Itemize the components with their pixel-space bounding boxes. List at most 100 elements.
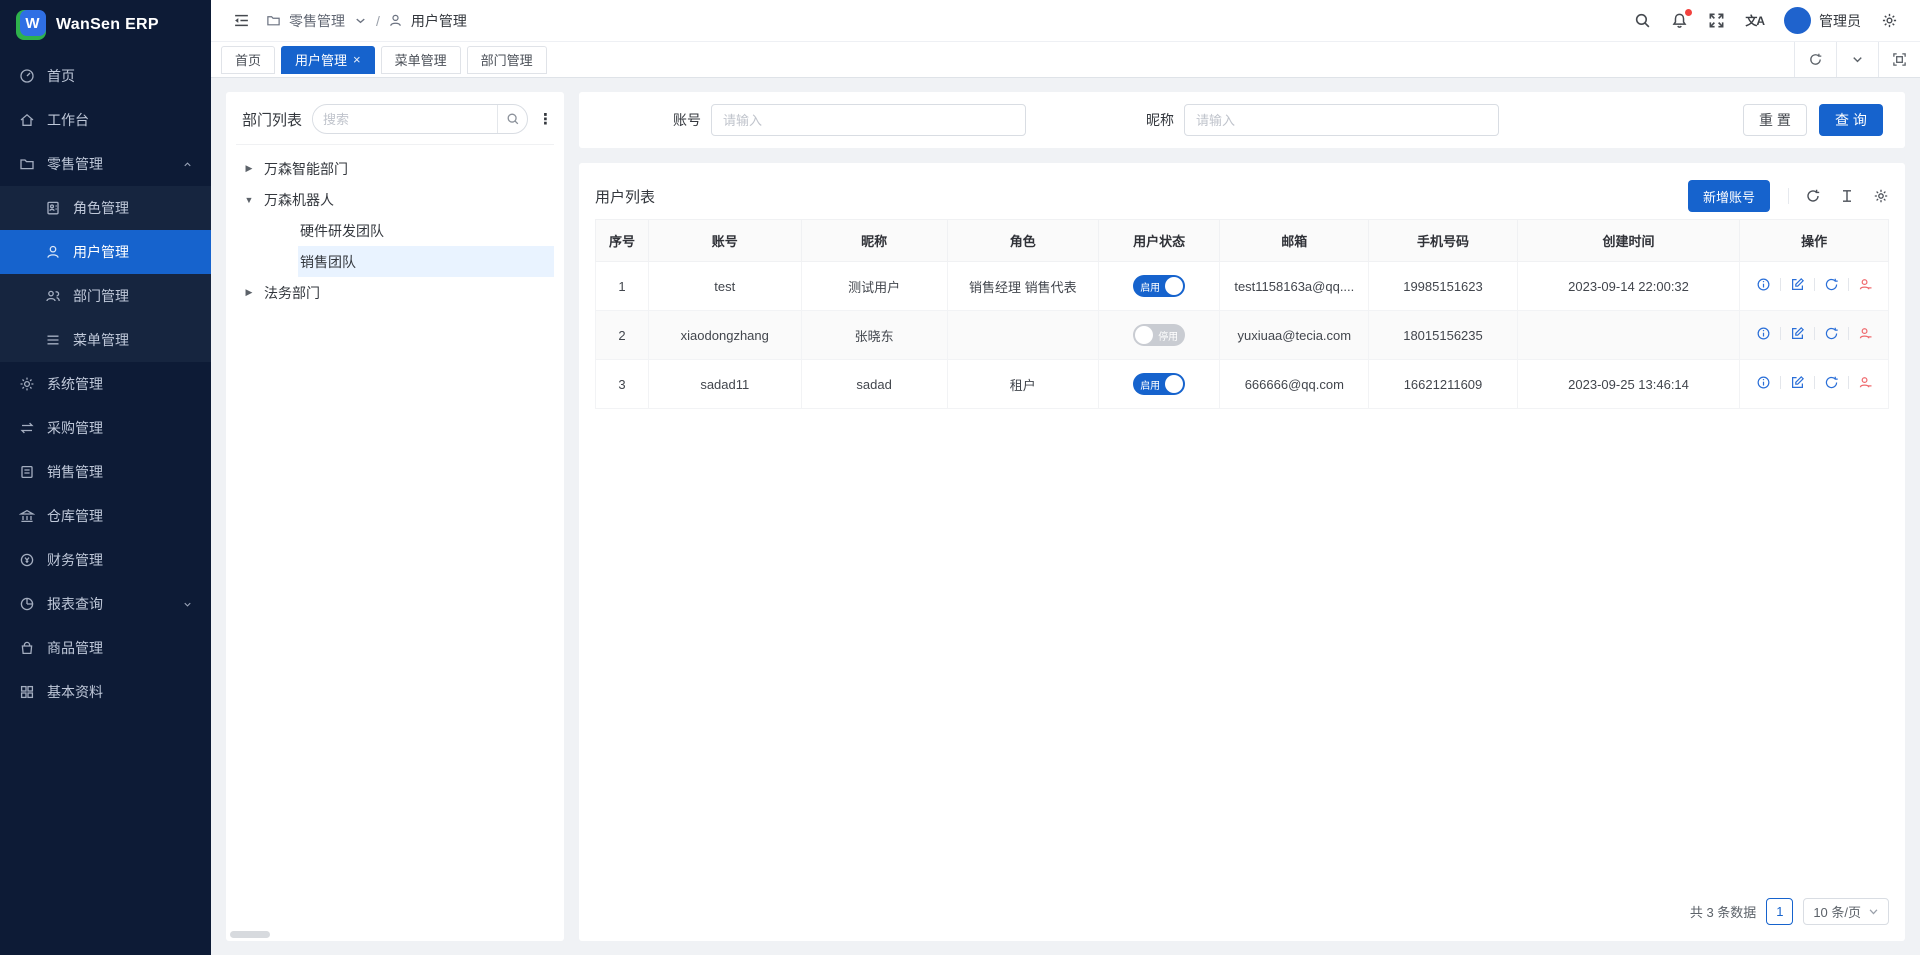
kebab-menu-icon[interactable] xyxy=(538,110,552,129)
add-account-button[interactable]: 新增账号 xyxy=(1688,180,1770,212)
tree-collapsed-arrow-icon[interactable] xyxy=(236,287,262,298)
edit-icon[interactable] xyxy=(1790,326,1805,341)
collapse-sidebar-icon[interactable] xyxy=(233,12,250,29)
sidebar-item-home[interactable]: 首页 xyxy=(0,54,211,98)
tab-menu-mgmt[interactable]: 菜单管理 xyxy=(381,46,461,74)
breadcrumb-current: 用户管理 xyxy=(411,11,467,31)
gear-icon xyxy=(18,376,35,393)
status-toggle-on[interactable]: 启用 xyxy=(1133,373,1185,395)
sidebar-item-retail[interactable]: 零售管理 xyxy=(0,142,211,186)
sidebar-item-label: 销售管理 xyxy=(47,462,103,482)
settings-gear-icon[interactable] xyxy=(1881,12,1898,29)
app-window: W WanSen ERP 首页 工作台 零售管理 角色管理 xyxy=(0,0,1920,955)
account-input[interactable] xyxy=(711,104,1026,136)
tree-node[interactable]: 万森智能部门 xyxy=(236,153,554,184)
page-number-button[interactable]: 1 xyxy=(1766,898,1793,925)
query-button[interactable]: 查 询 xyxy=(1819,104,1883,136)
cell-created xyxy=(1517,311,1739,360)
tab-label: 首页 xyxy=(235,50,261,69)
remove-user-icon[interactable] xyxy=(1858,326,1873,341)
refresh-icon[interactable] xyxy=(1805,188,1821,204)
toggle-knob xyxy=(1165,277,1183,295)
search-icon[interactable] xyxy=(1634,12,1651,29)
cell-account: sadad11 xyxy=(649,360,802,409)
tab-label: 用户管理 xyxy=(295,50,347,69)
search-icon[interactable] xyxy=(497,105,527,133)
maximize-icon[interactable] xyxy=(1878,42,1920,77)
sidebar-item-finance-mgmt[interactable]: 财务管理 xyxy=(0,538,211,582)
tree-node[interactable]: 万森机器人 xyxy=(236,184,554,215)
sidebar-item-workbench[interactable]: 工作台 xyxy=(0,98,211,142)
col-header-role: 角色 xyxy=(947,220,1098,262)
page-size-select[interactable]: 10 条/页 xyxy=(1803,898,1889,925)
reset-password-icon[interactable] xyxy=(1824,375,1839,390)
notifications-bell-icon[interactable] xyxy=(1671,12,1688,29)
sidebar-item-sales-mgmt[interactable]: 销售管理 xyxy=(0,450,211,494)
table-row: 3 sadad11 sadad 租户 启用 666666@qq.com 1662… xyxy=(596,360,1889,409)
toggle-label: 启用 xyxy=(1135,279,1165,294)
table-toolbar: 新增账号 xyxy=(1688,180,1889,212)
sidebar-item-dept-mgmt[interactable]: 部门管理 xyxy=(0,274,211,318)
nickname-input[interactable] xyxy=(1184,104,1499,136)
tree-expanded-arrow-icon[interactable] xyxy=(236,195,262,205)
sidebar-item-menu-mgmt[interactable]: 菜单管理 xyxy=(0,318,211,362)
sidebar-item-role-mgmt[interactable]: 角色管理 xyxy=(0,186,211,230)
sidebar-item-goods-mgmt[interactable]: 商品管理 xyxy=(0,626,211,670)
info-icon[interactable] xyxy=(1756,277,1771,292)
action-divider xyxy=(1814,278,1815,291)
tab-dept-mgmt[interactable]: 部门管理 xyxy=(467,46,547,74)
sidebar-item-warehouse-mgmt[interactable]: 仓库管理 xyxy=(0,494,211,538)
sidebar-item-report-query[interactable]: 报表查询 xyxy=(0,582,211,626)
role-card-icon xyxy=(44,200,61,217)
row-height-icon[interactable] xyxy=(1839,188,1855,204)
toolbar-divider xyxy=(1788,188,1789,204)
sidebar-item-basic-data[interactable]: 基本资料 xyxy=(0,670,211,714)
col-header-actions: 操作 xyxy=(1740,220,1889,262)
reset-password-icon[interactable] xyxy=(1824,326,1839,341)
refresh-icon[interactable] xyxy=(1794,42,1836,77)
action-divider xyxy=(1848,327,1849,340)
tree-node[interactable]: 硬件研发团队 xyxy=(236,215,554,246)
cell-email: yuxiuaa@tecia.com xyxy=(1220,311,1369,360)
pie-chart-icon xyxy=(18,596,35,613)
action-divider xyxy=(1814,327,1815,340)
status-toggle-on[interactable]: 启用 xyxy=(1133,275,1185,297)
status-toggle-off[interactable]: 停用 xyxy=(1133,324,1185,346)
department-search-input[interactable] xyxy=(313,112,497,127)
tab-user-mgmt[interactable]: 用户管理 xyxy=(281,46,375,74)
cell-created: 2023-09-14 22:00:32 xyxy=(1517,262,1739,311)
sidebar-item-user-mgmt[interactable]: 用户管理 xyxy=(0,230,211,274)
chevron-down-icon[interactable] xyxy=(353,13,368,28)
tree-collapsed-arrow-icon[interactable] xyxy=(236,163,262,174)
toggle-label: 启用 xyxy=(1135,377,1165,392)
cell-created: 2023-09-25 13:46:14 xyxy=(1517,360,1739,409)
sidebar-item-purchase-mgmt[interactable]: 采购管理 xyxy=(0,406,211,450)
reset-password-icon[interactable] xyxy=(1824,277,1839,292)
user-menu[interactable]: 管理员 xyxy=(1784,7,1861,34)
chevron-down-icon[interactable] xyxy=(1836,42,1878,77)
fullscreen-icon[interactable] xyxy=(1708,12,1725,29)
tab-home[interactable]: 首页 xyxy=(221,46,275,74)
cell-actions xyxy=(1740,311,1889,360)
edit-icon[interactable] xyxy=(1790,277,1805,292)
edit-icon[interactable] xyxy=(1790,375,1805,390)
info-icon[interactable] xyxy=(1756,375,1771,390)
sidebar-item-label: 工作台 xyxy=(47,110,89,130)
remove-user-icon[interactable] xyxy=(1858,375,1873,390)
close-icon[interactable] xyxy=(353,52,361,67)
translate-icon[interactable]: 文A xyxy=(1745,12,1764,29)
tree-node-label: 法务部门 xyxy=(262,277,554,308)
filter-bar: 账号 昵称 重 置 查 询 xyxy=(579,92,1905,148)
horizontal-scrollbar[interactable] xyxy=(230,931,270,938)
tree-node-selected[interactable]: 销售团队 xyxy=(236,246,554,277)
remove-user-icon[interactable] xyxy=(1858,277,1873,292)
col-header-created: 创建时间 xyxy=(1517,220,1739,262)
action-divider xyxy=(1780,327,1781,340)
cell-roles: 销售经理 销售代表 xyxy=(947,262,1098,311)
info-icon[interactable] xyxy=(1756,326,1771,341)
column-settings-gear-icon[interactable] xyxy=(1873,188,1889,204)
sidebar-item-system-mgmt[interactable]: 系统管理 xyxy=(0,362,211,406)
reset-button[interactable]: 重 置 xyxy=(1743,104,1807,136)
breadcrumb-parent[interactable]: 零售管理 xyxy=(289,11,345,31)
tree-node[interactable]: 法务部门 xyxy=(236,277,554,308)
